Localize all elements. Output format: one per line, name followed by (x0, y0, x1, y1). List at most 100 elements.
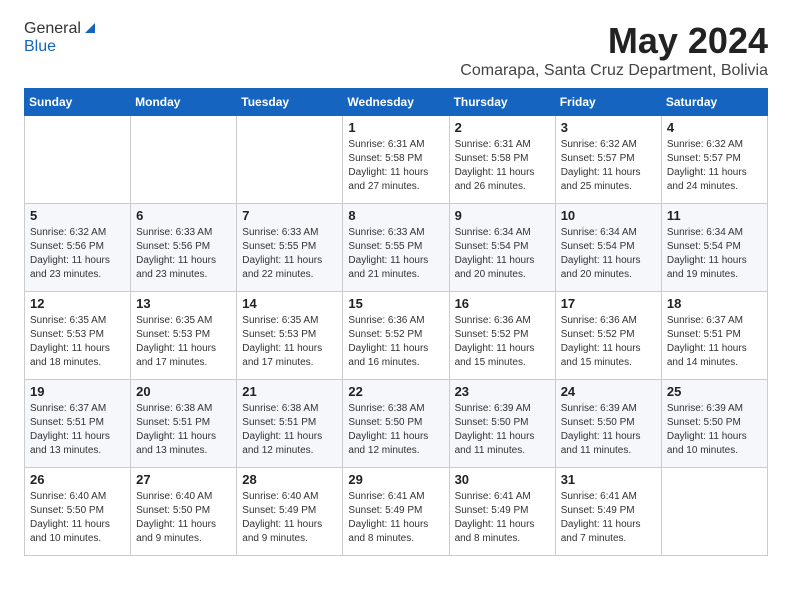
month-year-title: May 2024 (460, 20, 768, 62)
table-row: 7 Sunrise: 6:33 AM Sunset: 5:55 PM Daylig… (237, 204, 343, 292)
table-row: 14Sunrise: 6:35 AM Sunset: 5:53 PM Dayli… (237, 292, 343, 380)
day-number: 1 (348, 120, 443, 135)
day-info: Sunrise: 6:39 AM Sunset: 5:50 PM Dayligh… (667, 402, 762, 458)
header-monday: Monday (131, 89, 237, 116)
header-thursday: Thursday (449, 89, 555, 116)
table-row: 12 Sunrise: 6:35 AM Sunset: 5:53 PM Dayli… (25, 292, 131, 380)
table-row: 24 Sunrise: 6:39 AM Sunset: 5:50 PM Dayli… (555, 380, 661, 468)
table-row: 10 Sunrise: 6:34 AM Sunset: 5:54 PM Dayli… (555, 204, 661, 292)
day-number: 8 (348, 208, 443, 223)
table-row (661, 468, 767, 556)
table-row: 16 Sunrise: 6:36 AM Sunset: 5:52 PM Dayli… (449, 292, 555, 380)
title-block: May 2024 Comarapa, Santa Cruz Department… (460, 20, 768, 80)
day-info: Sunrise: 6:41 AM Sunset: 5:49 PM Dayligh… (348, 490, 443, 546)
day-info: Sunrise: 6:31 AM Sunset: 5:58 PM Dayligh… (455, 138, 550, 194)
header-saturday: Saturday (661, 89, 767, 116)
day-number: 10 (561, 208, 656, 223)
day-number: 26 (30, 472, 125, 487)
day-number: 19 (30, 384, 125, 399)
day-info: Sunrise: 6:41 AM Sunset: 5:49 PM Dayligh… (455, 490, 550, 546)
day-number: 27 (136, 472, 231, 487)
logo: General Blue (24, 20, 97, 56)
table-row: 23 Sunrise: 6:39 AM Sunset: 5:50 PM Dayli… (449, 380, 555, 468)
table-row: 8 Sunrise: 6:33 AM Sunset: 5:55 PM Daylig… (343, 204, 449, 292)
table-row: 22 Sunrise: 6:38 AM Sunset: 5:50 PM Dayli… (343, 380, 449, 468)
table-row (131, 116, 237, 204)
location-subtitle: Comarapa, Santa Cruz Department, Bolivia (460, 62, 768, 80)
day-info: Sunrise: 6:34 AM Sunset: 5:54 PM Dayligh… (667, 226, 762, 282)
day-number: 28 (242, 472, 337, 487)
day-number: 31 (561, 472, 656, 487)
day-number: 30 (455, 472, 550, 487)
day-info: Sunrise: 6:40 AM Sunset: 5:50 PM Dayligh… (30, 490, 125, 546)
logo-blue-text: Blue (24, 38, 56, 56)
logo-general-text: General (24, 20, 81, 38)
table-row: 17 Sunrise: 6:36 AM Sunset: 5:52 PM Dayli… (555, 292, 661, 380)
day-info: Sunrise: 6:33 AM Sunset: 5:56 PM Dayligh… (136, 226, 231, 282)
day-info: Sunrise: 6:35 AM Sunset: 5:53 PM Dayligh… (136, 314, 231, 370)
day-number: 7 (242, 208, 337, 223)
table-row: 1Sunrise: 6:31 AM Sunset: 5:58 PM Daylig… (343, 116, 449, 204)
day-info: Sunrise: 6:36 AM Sunset: 5:52 PM Dayligh… (348, 314, 443, 370)
table-row: 18 Sunrise: 6:37 AM Sunset: 5:51 PM Dayli… (661, 292, 767, 380)
table-row: 2 Sunrise: 6:31 AM Sunset: 5:58 PM Daylig… (449, 116, 555, 204)
table-row: 19 Sunrise: 6:37 AM Sunset: 5:51 PM Dayli… (25, 380, 131, 468)
day-number: 15 (348, 296, 443, 311)
day-info: Sunrise: 6:34 AM Sunset: 5:54 PM Dayligh… (455, 226, 550, 282)
day-number: 5 (30, 208, 125, 223)
table-row: 27 Sunrise: 6:40 AM Sunset: 5:50 PM Dayli… (131, 468, 237, 556)
table-row: 5Sunrise: 6:32 AM Sunset: 5:56 PM Daylig… (25, 204, 131, 292)
day-info: Sunrise: 6:39 AM Sunset: 5:50 PM Dayligh… (561, 402, 656, 458)
table-row: 9 Sunrise: 6:34 AM Sunset: 5:54 PM Daylig… (449, 204, 555, 292)
day-number: 6 (136, 208, 231, 223)
day-info: Sunrise: 6:33 AM Sunset: 5:55 PM Dayligh… (348, 226, 443, 282)
table-row: 29 Sunrise: 6:41 AM Sunset: 5:49 PM Dayli… (343, 468, 449, 556)
day-info: Sunrise: 6:36 AM Sunset: 5:52 PM Dayligh… (561, 314, 656, 370)
day-number: 24 (561, 384, 656, 399)
table-row: 25 Sunrise: 6:39 AM Sunset: 5:50 PM Dayli… (661, 380, 767, 468)
day-number: 23 (455, 384, 550, 399)
day-number: 4 (667, 120, 762, 135)
day-info: Sunrise: 6:32 AM Sunset: 5:57 PM Dayligh… (667, 138, 762, 194)
day-number: 11 (667, 208, 762, 223)
table-row: 6 Sunrise: 6:33 AM Sunset: 5:56 PM Daylig… (131, 204, 237, 292)
day-info: Sunrise: 6:38 AM Sunset: 5:51 PM Dayligh… (242, 402, 337, 458)
day-number: 18 (667, 296, 762, 311)
header-wednesday: Wednesday (343, 89, 449, 116)
day-number: 29 (348, 472, 443, 487)
calendar-header: Sunday Monday Tuesday Wednesday Thursday… (25, 89, 768, 116)
day-info: Sunrise: 6:40 AM Sunset: 5:49 PM Dayligh… (242, 490, 337, 546)
logo-arrow-icon (83, 21, 97, 35)
day-number: 22 (348, 384, 443, 399)
table-row: 30 Sunrise: 6:41 AM Sunset: 5:49 PM Dayli… (449, 468, 555, 556)
table-row (237, 116, 343, 204)
day-number: 13 (136, 296, 231, 311)
day-number: 17 (561, 296, 656, 311)
day-number: 2 (455, 120, 550, 135)
day-info: Sunrise: 6:37 AM Sunset: 5:51 PM Dayligh… (30, 402, 125, 458)
table-row: 13 Sunrise: 6:35 AM Sunset: 5:53 PM Dayli… (131, 292, 237, 380)
day-info: Sunrise: 6:38 AM Sunset: 5:50 PM Dayligh… (348, 402, 443, 458)
day-info: Sunrise: 6:35 AM Sunset: 5:53 PM Dayligh… (30, 314, 125, 370)
day-number: 12 (30, 296, 125, 311)
header-sunday: Sunday (25, 89, 131, 116)
page-header: General Blue May 2024 Comarapa, Santa Cr… (24, 20, 768, 80)
day-info: Sunrise: 6:37 AM Sunset: 5:51 PM Dayligh… (667, 314, 762, 370)
day-number: 20 (136, 384, 231, 399)
day-number: 25 (667, 384, 762, 399)
day-number: 9 (455, 208, 550, 223)
header-tuesday: Tuesday (237, 89, 343, 116)
day-info: Sunrise: 6:34 AM Sunset: 5:54 PM Dayligh… (561, 226, 656, 282)
day-info: Sunrise: 6:36 AM Sunset: 5:52 PM Dayligh… (455, 314, 550, 370)
table-row (25, 116, 131, 204)
day-number: 21 (242, 384, 337, 399)
day-number: 16 (455, 296, 550, 311)
table-row: 3Sunrise: 6:32 AM Sunset: 5:57 PM Daylig… (555, 116, 661, 204)
table-row: 31Sunrise: 6:41 AM Sunset: 5:49 PM Dayli… (555, 468, 661, 556)
day-info: Sunrise: 6:33 AM Sunset: 5:55 PM Dayligh… (242, 226, 337, 282)
day-info: Sunrise: 6:38 AM Sunset: 5:51 PM Dayligh… (136, 402, 231, 458)
table-row: 15 Sunrise: 6:36 AM Sunset: 5:52 PM Dayli… (343, 292, 449, 380)
day-info: Sunrise: 6:39 AM Sunset: 5:50 PM Dayligh… (455, 402, 550, 458)
day-number: 3 (561, 120, 656, 135)
day-info: Sunrise: 6:40 AM Sunset: 5:50 PM Dayligh… (136, 490, 231, 546)
